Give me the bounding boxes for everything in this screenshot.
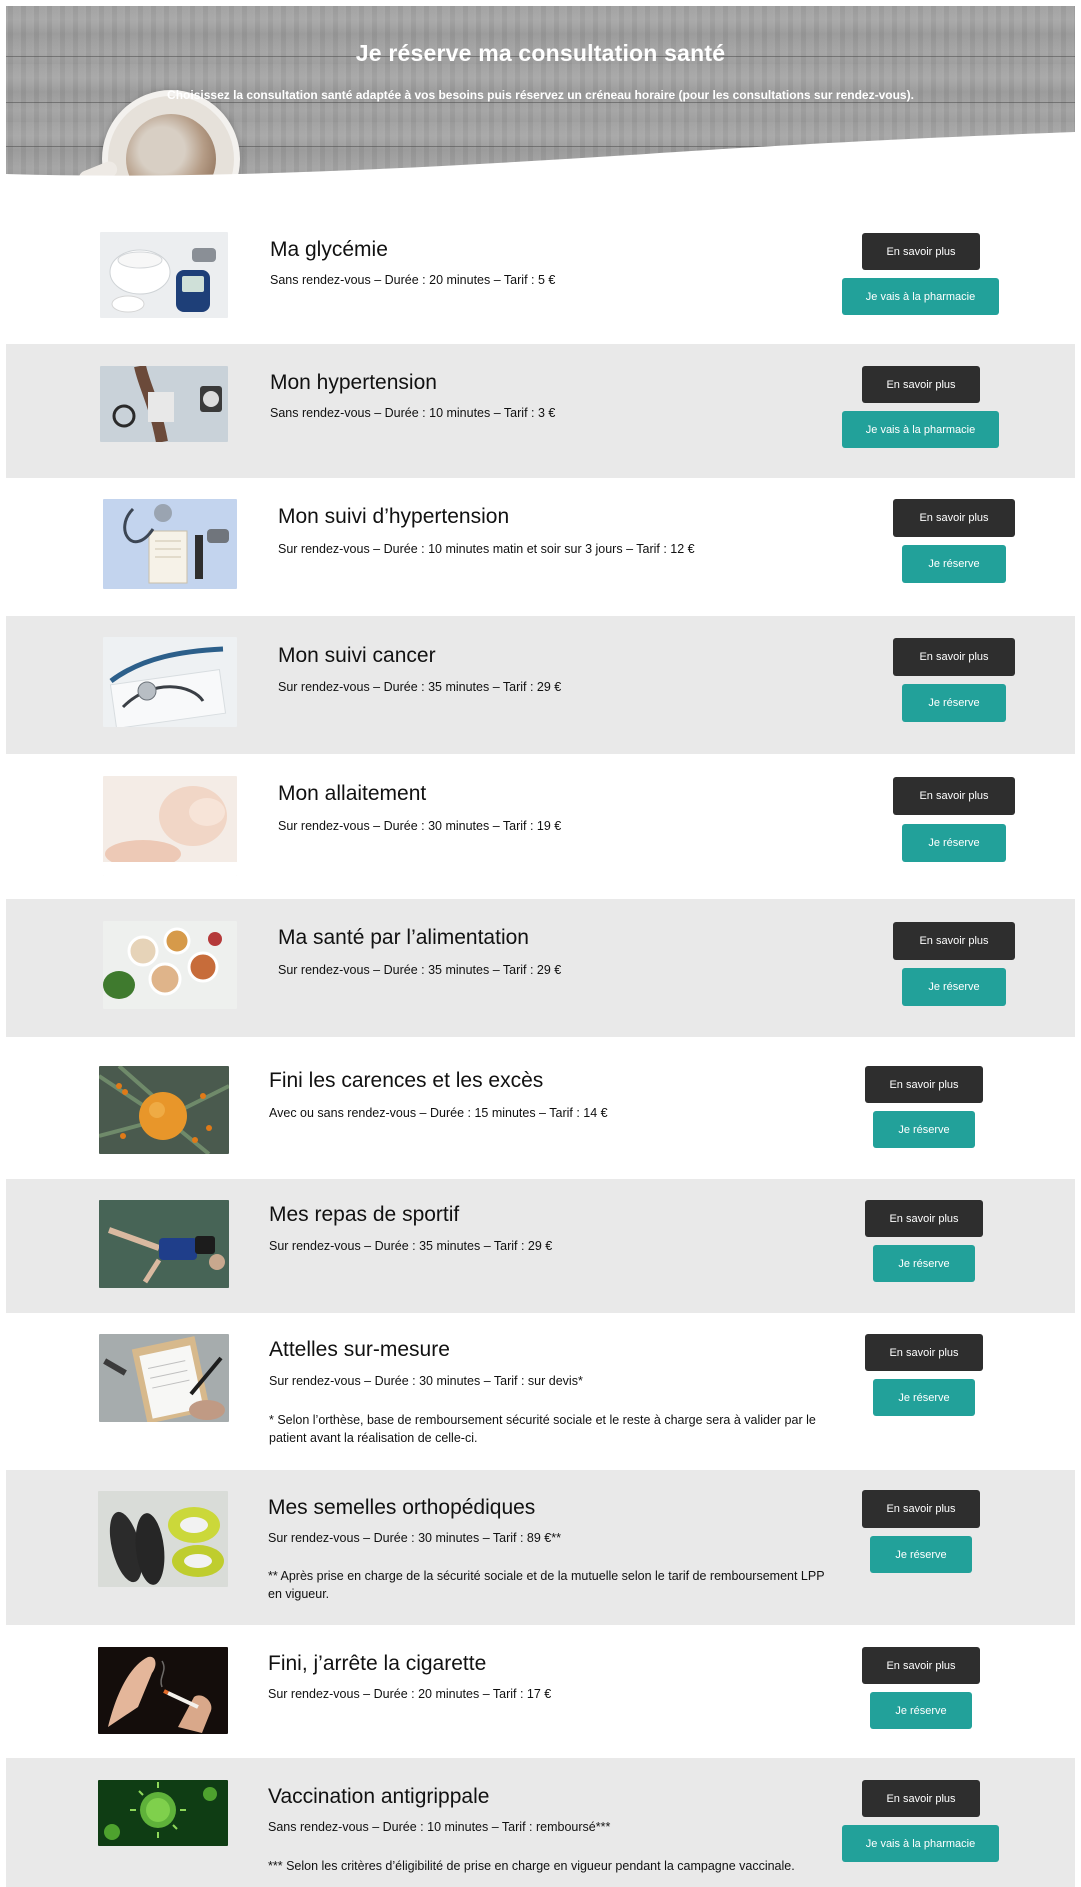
learn-more-button[interactable]: En savoir plus <box>862 233 980 270</box>
consultation-row: Vaccination antigrippale Sans rendez-vou… <box>6 1758 1075 1887</box>
learn-more-button[interactable]: En savoir plus <box>865 1334 983 1371</box>
insoles-sneakers-image <box>98 1491 228 1587</box>
consultation-title: Mon suivi d’hypertension <box>278 505 510 528</box>
blood-pressure-image <box>100 366 228 442</box>
healthy-food-image <box>103 921 237 1009</box>
consultation-row: Mes repas de sportif Sur rendez-vous – D… <box>6 1179 1075 1313</box>
learn-more-button[interactable]: En savoir plus <box>893 777 1015 815</box>
page-title: Je réserve ma consultation santé <box>355 40 726 66</box>
book-button[interactable]: Je réserve <box>870 1536 972 1573</box>
footnote: ** Après prise en charge de la sécurité … <box>268 1569 825 1601</box>
consultation-row: Attelles sur-mesure Sur rendez-vous – Du… <box>6 1313 1075 1470</box>
consultation-row: Mon suivi d’hypertension Sur rendez-vous… <box>6 478 1075 616</box>
consultation-title: Mes semelles orthopédiques <box>268 1496 536 1519</box>
consultation-title: Fini les carences et les excès <box>269 1069 544 1092</box>
consultation-details: Sur rendez-vous – Durée : 30 minutes – T… <box>269 1374 583 1388</box>
clipboard-writing-image <box>99 1334 229 1422</box>
consultation-title: Mon allaitement <box>278 782 427 805</box>
consultation-details: Sur rendez-vous – Durée : 35 minutes – T… <box>278 963 562 977</box>
book-button[interactable]: Je réserve <box>902 968 1006 1006</box>
go-to-pharmacy-button[interactable]: Je vais à la pharmacie <box>842 278 999 315</box>
consultation-title: Mon hypertension <box>270 371 437 394</box>
consultation-details: Avec ou sans rendez-vous – Durée : 15 mi… <box>269 1106 608 1120</box>
refusing-cigarette-image <box>98 1647 228 1734</box>
stethoscope-notebook-image <box>103 499 237 589</box>
footnote: * Selon l’orthèse, base de remboursement… <box>269 1413 816 1445</box>
consultation-title: Ma santé par l’alimentation <box>278 926 529 949</box>
consultation-title: Ma glycémie <box>270 238 388 261</box>
book-button[interactable]: Je réserve <box>902 824 1006 862</box>
consultation-title: Mes repas de sportif <box>269 1203 460 1226</box>
go-to-pharmacy-button[interactable]: Je vais à la pharmacie <box>842 1825 999 1862</box>
page-subtitle: Choisissez la consultation santé adaptée… <box>167 88 914 102</box>
glucose-meter-image <box>100 232 228 318</box>
consultation-title: Vaccination antigrippale <box>268 1785 490 1808</box>
learn-more-button[interactable]: En savoir plus <box>865 1066 983 1103</box>
learn-more-button[interactable]: En savoir plus <box>862 366 980 403</box>
hero-banner: Je réserve ma consultation santé Choisis… <box>6 6 1075 186</box>
wave-divider <box>6 132 1075 186</box>
footnote: *** Selon les critères d’éligibilité de … <box>268 1859 795 1873</box>
book-button[interactable]: Je réserve <box>873 1379 975 1416</box>
consultation-row: Mon hypertension Sans rendez-vous – Duré… <box>6 344 1075 478</box>
consultation-details: Sans rendez-vous – Durée : 20 minutes – … <box>270 273 556 287</box>
stethoscope-image <box>103 637 237 727</box>
go-to-pharmacy-button[interactable]: Je vais à la pharmacie <box>842 411 999 448</box>
sleeping-baby-image <box>103 776 237 876</box>
book-button[interactable]: Je réserve <box>902 684 1006 722</box>
book-button[interactable]: Je réserve <box>902 545 1006 583</box>
consultation-details: Sur rendez-vous – Durée : 10 minutes mat… <box>278 542 695 556</box>
learn-more-button[interactable]: En savoir plus <box>893 499 1015 537</box>
consultation-row: Fini, j’arrête la cigarette Sur rendez-v… <box>6 1625 1075 1758</box>
consultation-details: Sur rendez-vous – Durée : 30 minutes – T… <box>268 1531 561 1545</box>
learn-more-button[interactable]: En savoir plus <box>862 1490 980 1528</box>
consultation-details: Sans rendez-vous – Durée : 10 minutes – … <box>270 406 556 420</box>
consultation-details: Sur rendez-vous – Durée : 20 minutes – T… <box>268 1687 552 1701</box>
learn-more-button[interactable]: En savoir plus <box>893 922 1015 960</box>
consultation-title: Attelles sur-mesure <box>269 1338 450 1361</box>
consultation-row: Fini les carences et les excès Avec ou s… <box>6 1037 1075 1179</box>
consultation-row: Mes semelles orthopédiques Sur rendez-vo… <box>6 1470 1075 1625</box>
consultation-details: Sur rendez-vous – Durée : 35 minutes – T… <box>278 680 562 694</box>
consultation-details: Sur rendez-vous – Durée : 35 minutes – T… <box>269 1239 553 1253</box>
learn-more-button[interactable]: En savoir plus <box>862 1780 980 1817</box>
virus-image <box>98 1780 228 1846</box>
consultation-row: Mon allaitement Sur rendez-vous – Durée … <box>6 754 1075 899</box>
runner-resting-image <box>99 1200 229 1288</box>
book-button[interactable]: Je réserve <box>870 1692 972 1729</box>
learn-more-button[interactable]: En savoir plus <box>865 1200 983 1237</box>
consultation-row: Mon suivi cancer Sur rendez-vous – Durée… <box>6 616 1075 754</box>
learn-more-button[interactable]: En savoir plus <box>893 638 1015 676</box>
consultation-title: Mon suivi cancer <box>278 644 436 667</box>
book-button[interactable]: Je réserve <box>873 1111 975 1148</box>
consultation-details: Sans rendez-vous – Durée : 10 minutes – … <box>268 1820 611 1834</box>
consultation-details: Sur rendez-vous – Durée : 30 minutes – T… <box>278 819 562 833</box>
learn-more-button[interactable]: En savoir plus <box>862 1647 980 1684</box>
sea-buckthorn-juice-image <box>99 1066 229 1154</box>
consultation-row: Ma glycémie Sans rendez-vous – Durée : 2… <box>6 218 1075 344</box>
consultation-title: Fini, j’arrête la cigarette <box>268 1652 487 1675</box>
book-button[interactable]: Je réserve <box>873 1245 975 1282</box>
consultation-row: Ma santé par l’alimentation Sur rendez-v… <box>6 899 1075 1037</box>
